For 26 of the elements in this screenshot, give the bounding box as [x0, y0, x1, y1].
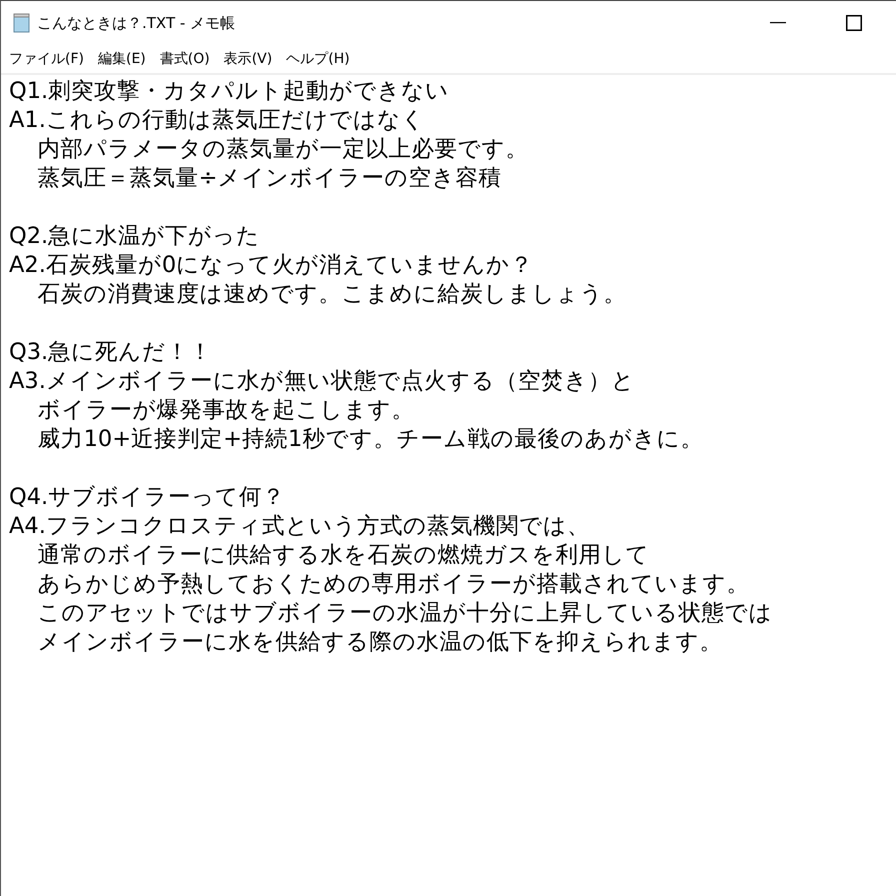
maximize-icon[interactable] — [846, 15, 862, 31]
menu-item[interactable]: ヘルプ(H) — [286, 50, 350, 68]
text-line: Q2.急に水温が下がった — [9, 222, 260, 251]
menu-item[interactable]: 編集(E) — [98, 50, 146, 68]
menu-item[interactable]: 書式(O) — [160, 50, 210, 68]
text-line: メインボイラーに水を供給する際の水温の低下を抑えられます。 — [36, 628, 723, 657]
notepad-icon — [13, 13, 31, 33]
menu-item[interactable]: 表示(V) — [224, 50, 272, 68]
text-line: A1.これらの行動は蒸気圧だけではなく — [9, 106, 425, 135]
text-line: あらかじめ予熱しておくための専用ボイラーが搭載されています。 — [36, 570, 750, 599]
text-line: A3.メインボイラーに水が無い状態で点火する（空焚き）と — [9, 367, 635, 396]
text-line: Q1.刺突攻撃・カタパルト起動ができない — [9, 77, 450, 106]
menu-item[interactable]: ファイル(F) — [9, 50, 84, 68]
text-line: A2.石炭残量が0になって火が消えていませんか？ — [9, 251, 534, 280]
text-line: 蒸気圧＝蒸気量÷メインボイラーの空き容積 — [36, 164, 502, 193]
window-title: こんなときは？.TXT - メモ帳 — [37, 14, 236, 32]
text-line: Q3.急に死んだ！！ — [9, 338, 212, 367]
text-line: ボイラーが爆発事故を起こします。 — [36, 396, 415, 425]
text-line: 石炭の消費速度は速めです。こまめに給炭しましょう。 — [36, 280, 627, 309]
text-line: 威力10+近接判定+持続1秒です。チーム戦の最後のあがきに。 — [36, 425, 704, 454]
text-line: 通常のボイラーに供給する水を石炭の燃焼ガスを利用して — [36, 541, 650, 570]
text-line: Q4.サブボイラーって何？ — [9, 483, 286, 512]
text-line: A4.フランコクロスティ式という方式の蒸気機関では、 — [9, 512, 590, 541]
text-line: このアセットではサブボイラーの水温が十分に上昇している状態では — [36, 599, 773, 628]
text-line: 内部パラメータの蒸気量が一定以上必要です。 — [36, 135, 529, 164]
minimize-icon[interactable] — [770, 22, 786, 24]
